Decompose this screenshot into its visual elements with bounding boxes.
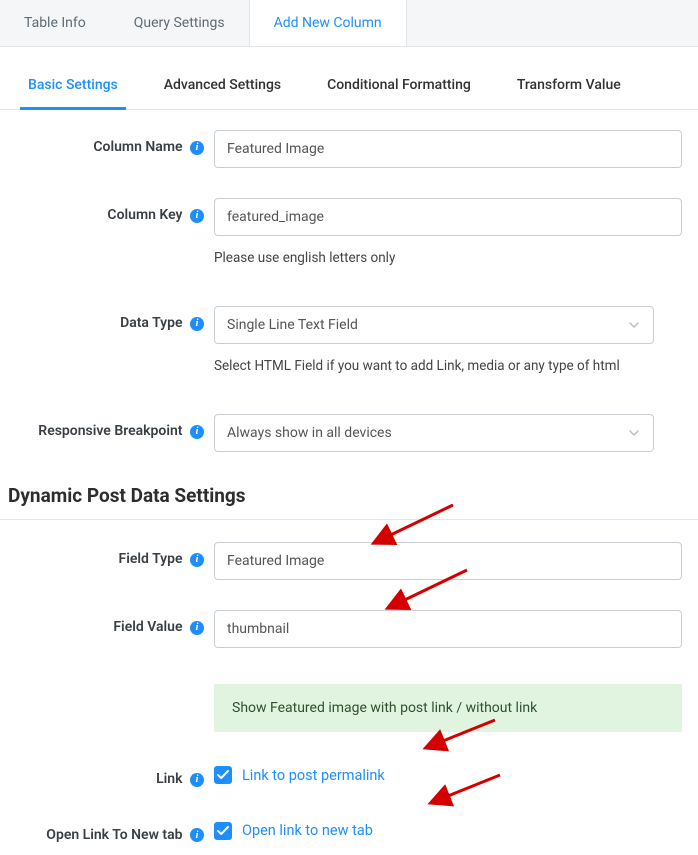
info-icon[interactable]: i <box>190 773 204 787</box>
select-responsive[interactable]: Always show in all devices <box>214 414 654 452</box>
tab-query-settings[interactable]: Query Settings <box>110 0 249 46</box>
input-column-key[interactable] <box>214 198 682 236</box>
row-data-type: Data Type i Single Line Text Field Selec… <box>0 306 698 374</box>
label-new-tab: Open Link To New tab i <box>0 818 214 844</box>
info-icon[interactable]: i <box>190 425 204 439</box>
label-column-key: Column Key i <box>0 198 214 224</box>
label-field-type: Field Type i <box>0 542 214 568</box>
row-new-tab: Open Link To New tab i Open link to new … <box>0 818 698 844</box>
chevron-down-icon <box>629 430 639 436</box>
row-banner: Show Featured image with post link / wit… <box>0 678 698 732</box>
select-field-type-value: Featured Image <box>227 553 324 569</box>
label-column-name: Column Name i <box>0 130 214 156</box>
sub-tab-bar: Basic Settings Advanced Settings Conditi… <box>0 47 698 110</box>
label-data-type: Data Type i <box>0 306 214 332</box>
subtab-conditional-formatting[interactable]: Conditional Formatting <box>319 77 479 109</box>
top-tab-bar: Table Info Query Settings Add New Column <box>0 0 698 47</box>
select-data-type-value: Single Line Text Field <box>227 317 358 333</box>
row-responsive: Responsive Breakpoint i Always show in a… <box>0 414 698 452</box>
info-banner: Show Featured image with post link / wit… <box>214 684 682 732</box>
tab-table-info[interactable]: Table Info <box>0 0 110 46</box>
select-field-value-value: thumbnail <box>227 621 289 637</box>
help-data-type: Select HTML Field if you want to add Lin… <box>214 358 698 374</box>
row-field-type: Field Type i Featured Image <box>0 542 698 580</box>
subtab-advanced-settings[interactable]: Advanced Settings <box>156 77 289 109</box>
row-column-name: Column Name i <box>0 130 698 168</box>
info-icon[interactable]: i <box>190 209 204 223</box>
label-responsive: Responsive Breakpoint i <box>0 414 214 440</box>
label-field-value: Field Value i <box>0 610 214 636</box>
chevron-down-icon <box>629 322 639 328</box>
select-responsive-value: Always show in all devices <box>227 425 392 441</box>
select-field-type[interactable]: Featured Image <box>214 542 682 580</box>
row-link: Link i Link to post permalink <box>0 762 698 788</box>
info-icon[interactable]: i <box>190 317 204 331</box>
label-link: Link i <box>0 762 214 788</box>
input-column-name[interactable] <box>214 130 682 168</box>
info-icon[interactable]: i <box>190 553 204 567</box>
subtab-basic-settings[interactable]: Basic Settings <box>20 77 126 110</box>
info-icon[interactable]: i <box>190 828 204 842</box>
row-field-value: Field Value i thumbnail <box>0 610 698 648</box>
info-icon[interactable]: i <box>190 621 204 635</box>
help-column-key: Please use english letters only <box>214 250 698 266</box>
form-area: Column Name i Column Key i Please use en… <box>0 110 698 843</box>
tab-add-new-column[interactable]: Add New Column <box>249 0 407 46</box>
row-column-key: Column Key i Please use english letters … <box>0 198 698 266</box>
section-title-dynamic: Dynamic Post Data Settings <box>0 464 698 520</box>
subtab-transform-value[interactable]: Transform Value <box>509 77 629 109</box>
info-icon[interactable]: i <box>190 141 204 155</box>
checkbox-link-permalink-label: Link to post permalink <box>242 767 385 784</box>
select-field-value[interactable]: thumbnail <box>214 610 682 648</box>
checkbox-open-new-tab-label: Open link to new tab <box>242 822 373 839</box>
checkbox-link-permalink[interactable] <box>214 766 232 784</box>
select-data-type[interactable]: Single Line Text Field <box>214 306 654 344</box>
checkbox-open-new-tab[interactable] <box>214 822 232 840</box>
